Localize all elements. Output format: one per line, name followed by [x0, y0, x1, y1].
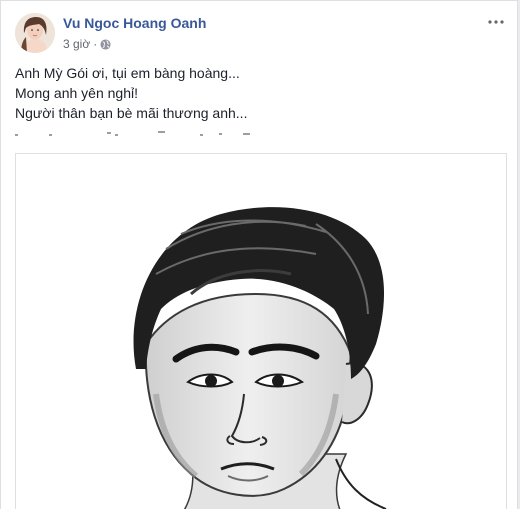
avatar-image — [15, 13, 55, 53]
post-text: Anh Mỳ Gói ơi, tụi em bàng hoàng... Mong… — [15, 63, 503, 123]
post-time[interactable]: 3 giờ — [63, 37, 90, 51]
post-line: Anh Mỳ Gói ơi, tụi em bàng hoàng... — [15, 65, 240, 81]
globe-icon[interactable] — [100, 38, 111, 50]
meta-separator: · — [93, 37, 98, 51]
post-meta: 3 giờ · — [63, 37, 111, 51]
post-line: Mong anh yên nghỉ! — [15, 85, 138, 101]
more-options-icon[interactable] — [486, 12, 506, 32]
post-photo[interactable] — [15, 153, 507, 509]
portrait-sketch-image — [16, 154, 506, 509]
post-line: Người thân bạn bè mãi thương anh... — [15, 105, 248, 121]
facebook-post: Vu Ngoc Hoang Oanh 3 giờ · Anh Mỳ Gói ơi… — [0, 0, 518, 509]
truncated-text-line — [15, 125, 255, 136]
post-header: Vu Ngoc Hoang Oanh 3 giờ · — [15, 12, 506, 56]
author-name[interactable]: Vu Ngoc Hoang Oanh — [63, 15, 206, 31]
author-avatar[interactable] — [15, 13, 55, 53]
